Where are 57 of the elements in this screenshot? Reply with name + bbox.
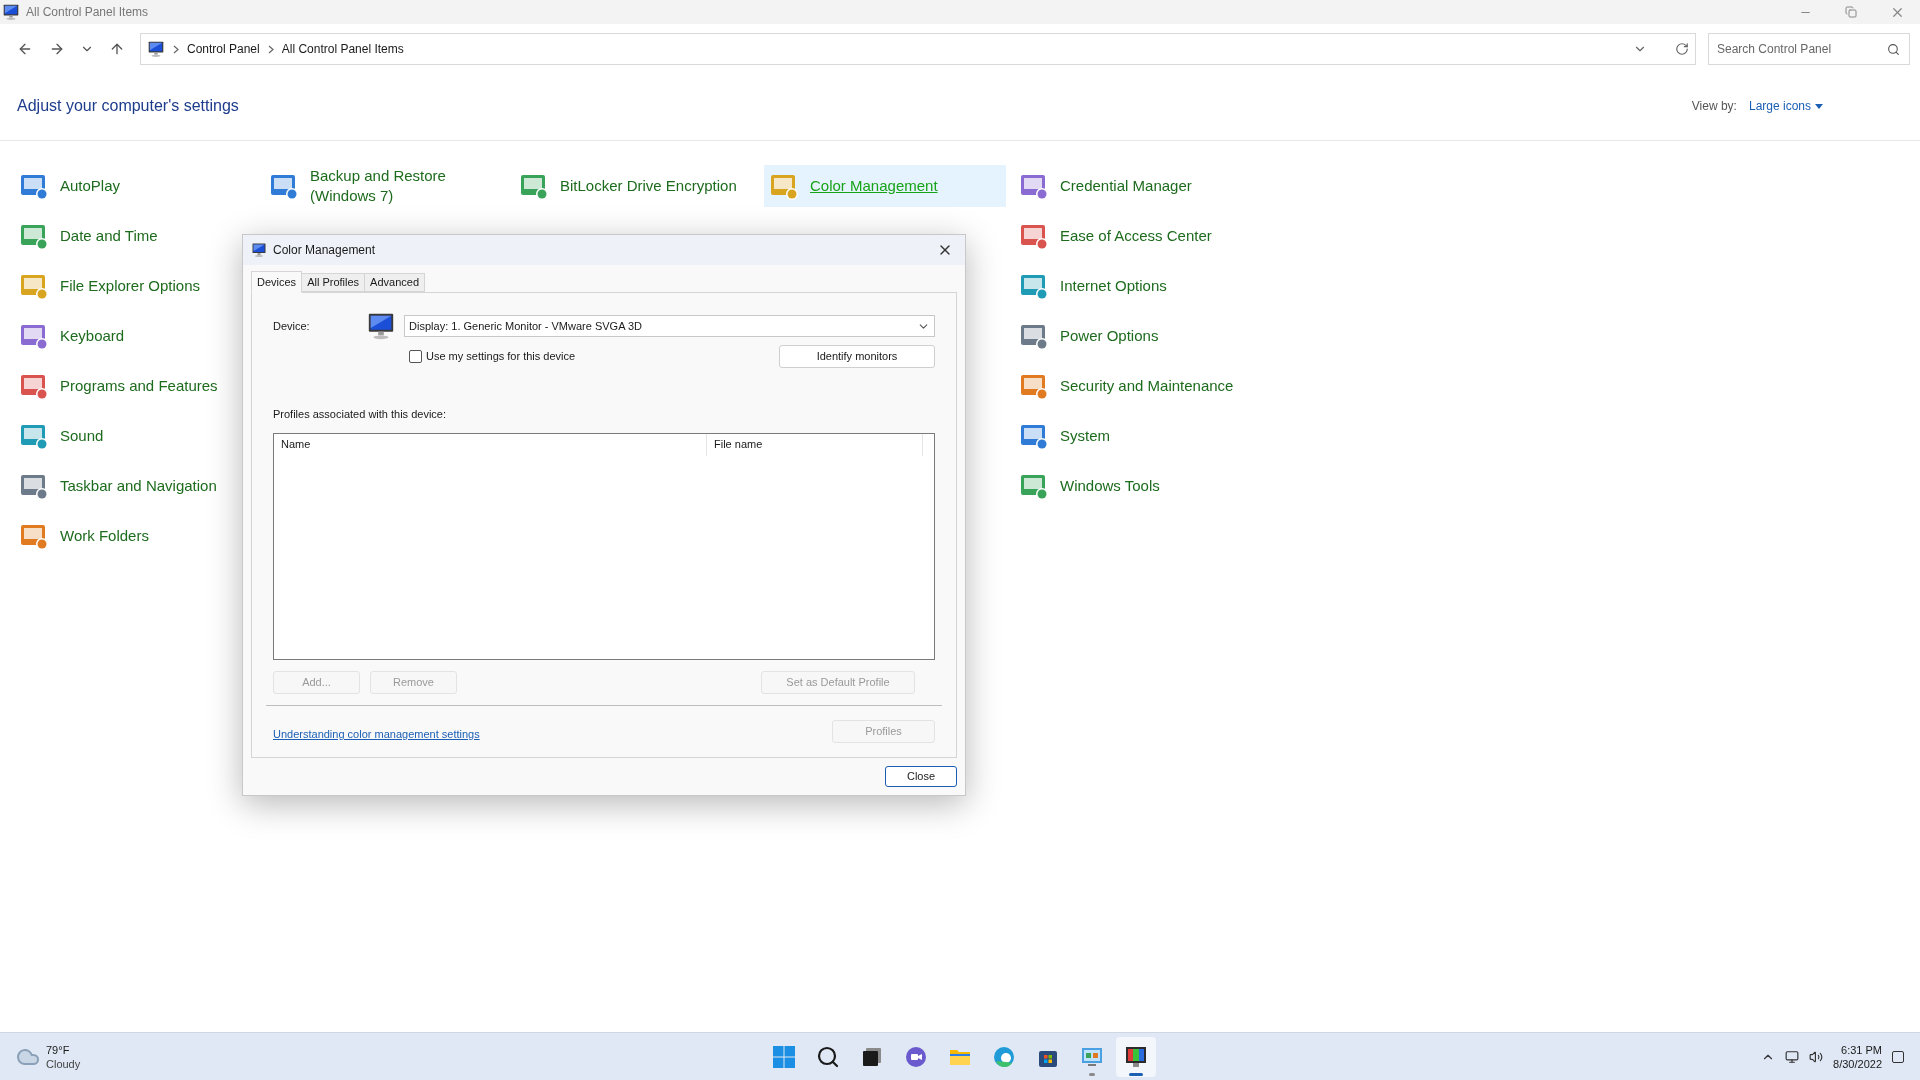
breadcrumb[interactable]: All Control Panel Items [281,40,404,58]
dialog-tab[interactable]: Devices [251,271,303,293]
identify-monitors-button[interactable]: Identify monitors [779,345,935,368]
breadcrumb[interactable]: Control Panel [187,40,260,58]
chat-icon[interactable] [904,1044,928,1069]
search-icon[interactable] [816,1044,840,1069]
control-panel-item[interactable]: Taskbar and Navigation [14,465,256,507]
monitor-icon [251,242,267,258]
column-header[interactable]: File name [707,433,923,456]
checkbox-label: Use my settings for this device [426,349,576,365]
search-icon[interactable] [1887,43,1900,56]
dialog-title: Color Management [273,242,376,259]
monitor-icon [147,40,165,58]
control-panel-item[interactable]: Sound [14,415,256,457]
color-monitor-icon[interactable] [1124,1044,1148,1069]
address-bar[interactable]: Control Panel All Control Panel Items [140,33,1696,65]
device-label: Device: [273,318,311,334]
control-panel-item[interactable]: System [1014,415,1256,457]
dialog-tab[interactable]: Advanced [365,273,426,292]
windows-logo-icon[interactable] [772,1044,796,1069]
weather-temperature: 79°F [46,1042,71,1057]
volume-icon[interactable] [1809,1049,1824,1064]
view-by-dropdown[interactable]: Large icons [1748,97,1823,115]
dialog-tab[interactable]: All Profiles [302,273,366,292]
clock-time[interactable]: 6:31 PM [1841,1042,1882,1057]
dialog-close-action-button[interactable]: Close [885,766,957,787]
view-by-label: View by: [1691,98,1737,115]
control-panel-item[interactable]: Work Folders [14,515,256,557]
profiles-label: Profiles associated with this device: [273,407,448,422]
control-panel-item[interactable]: Internet Options [1014,265,1256,307]
control-panel-item[interactable]: BitLocker Drive Encryption [514,165,756,207]
page-heading: Adjust your computer's settings [17,96,239,116]
control-panel-item[interactable]: Date and Time [14,215,256,257]
device-select[interactable]: Display: 1. Generic Monitor - VMware SVGA 3D [404,315,935,337]
control-panel-item[interactable]: AutoPlay [14,165,256,207]
search-field[interactable]: Search Control Panel [1708,33,1910,65]
column-header[interactable]: Name [274,433,707,456]
window-title: All Control Panel Items [26,4,149,21]
control-panel-item[interactable]: Security and Maintenance [1014,365,1256,407]
control-panel-item[interactable]: Credential Manager [1014,165,1256,207]
control-panel-item[interactable]: Backup and Restore (Windows 7) [264,165,506,207]
control-panel-item[interactable]: Ease of Access Center [1014,215,1256,257]
control-panel-item[interactable]: Programs and Features [14,365,256,407]
help-link[interactable]: Understanding color management settings [273,726,480,743]
chevron-right-icon[interactable] [173,44,179,54]
control-panel-item[interactable]: Power Options [1014,315,1256,357]
control-panel-item[interactable]: Windows Tools [1014,465,1256,507]
browser-icon[interactable] [992,1044,1016,1069]
forward-arrow-icon[interactable] [49,41,65,57]
checkbox[interactable] [409,350,422,363]
refresh-icon[interactable] [1675,42,1689,56]
weather-condition: Cloudy [46,1056,81,1071]
clock-date[interactable]: 8/30/2022 [1833,1056,1882,1071]
chevron-right-icon[interactable] [267,44,274,54]
control-panel-item[interactable]: Keyboard [14,315,256,357]
monitor-icon [2,3,20,21]
taskbar-app[interactable] [1116,1036,1156,1077]
